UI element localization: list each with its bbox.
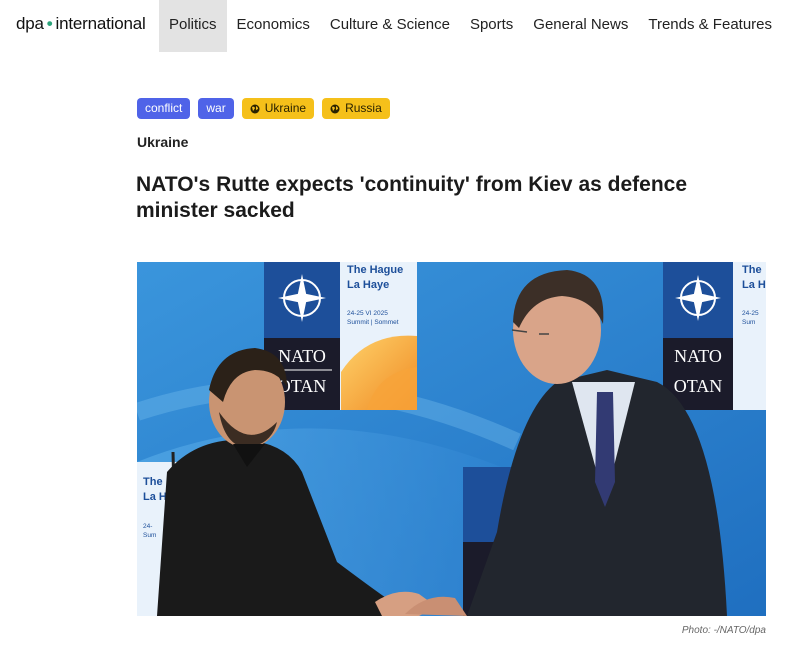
tag-label: war xyxy=(206,101,226,115)
panel-line2: La Haye xyxy=(347,279,389,291)
panel-line1: The xyxy=(742,264,762,276)
nav-item-sports[interactable]: Sports xyxy=(460,0,523,52)
dpa-international-logo[interactable]: dpa • international xyxy=(16,14,146,34)
panel-dates: 24- xyxy=(143,523,152,530)
logo-text-international: international xyxy=(55,14,146,33)
article-headline: NATO's Rutte expects 'continuity' from K… xyxy=(136,173,688,222)
panel-summit: Sum xyxy=(742,319,755,326)
globe-icon xyxy=(330,104,340,113)
panel-line2: La H xyxy=(742,279,766,291)
nato-text: NATO xyxy=(278,346,326,366)
panel-dates: 24-25 xyxy=(742,310,759,317)
nav-item-politics[interactable]: Politics xyxy=(159,0,227,52)
nav-item-culture-science[interactable]: Culture & Science xyxy=(320,0,460,52)
photo-credit: Photo: -/NATO/dpa xyxy=(681,625,766,636)
tag-label: Ukraine xyxy=(264,101,307,115)
topic-tags: conflict war Ukraine Russia xyxy=(137,98,390,119)
tag-label: Russia xyxy=(345,101,382,115)
panel-line2: La H xyxy=(143,491,167,503)
panel-dates: 24-25 VI 2025 xyxy=(347,310,388,317)
top-navigation-bar: dpa • international Politics Economics Cul… xyxy=(0,0,805,52)
tag-war[interactable]: war xyxy=(198,98,234,119)
summit-panel-right: NATO OTAN The La H 24-25 Sum xyxy=(663,262,766,410)
otan-text: OTAN xyxy=(674,376,723,396)
tag-label: conflict xyxy=(145,101,183,115)
nav-item-general-news[interactable]: General News xyxy=(523,0,638,52)
article-photo[interactable]: NATO OTAN The Hague La Haye 24-25 VI 202… xyxy=(137,262,766,616)
article-kicker[interactable]: Ukraine xyxy=(137,134,188,150)
tag-russia[interactable]: Russia xyxy=(322,98,390,119)
logo-text-dpa: dpa xyxy=(16,14,44,33)
main-nav: Politics Economics Culture & Science Spo… xyxy=(159,0,782,52)
panel-line1: The xyxy=(143,476,163,488)
nav-item-economics[interactable]: Economics xyxy=(227,0,320,52)
panel-summit: Sum xyxy=(143,532,156,539)
logo-separator-dot: • xyxy=(46,14,53,33)
nato-text: NATO xyxy=(674,346,722,366)
nav-item-trends-features[interactable]: Trends & Features xyxy=(638,0,782,52)
summit-panel-upper: NATO OTAN The Hague La Haye 24-25 VI 202… xyxy=(264,262,417,410)
panel-summit: Summit | Sommet xyxy=(347,319,399,326)
globe-icon xyxy=(250,104,260,113)
panel-line1: The Hague xyxy=(347,264,403,276)
tag-conflict[interactable]: conflict xyxy=(137,98,191,119)
tag-ukraine[interactable]: Ukraine xyxy=(241,98,315,119)
